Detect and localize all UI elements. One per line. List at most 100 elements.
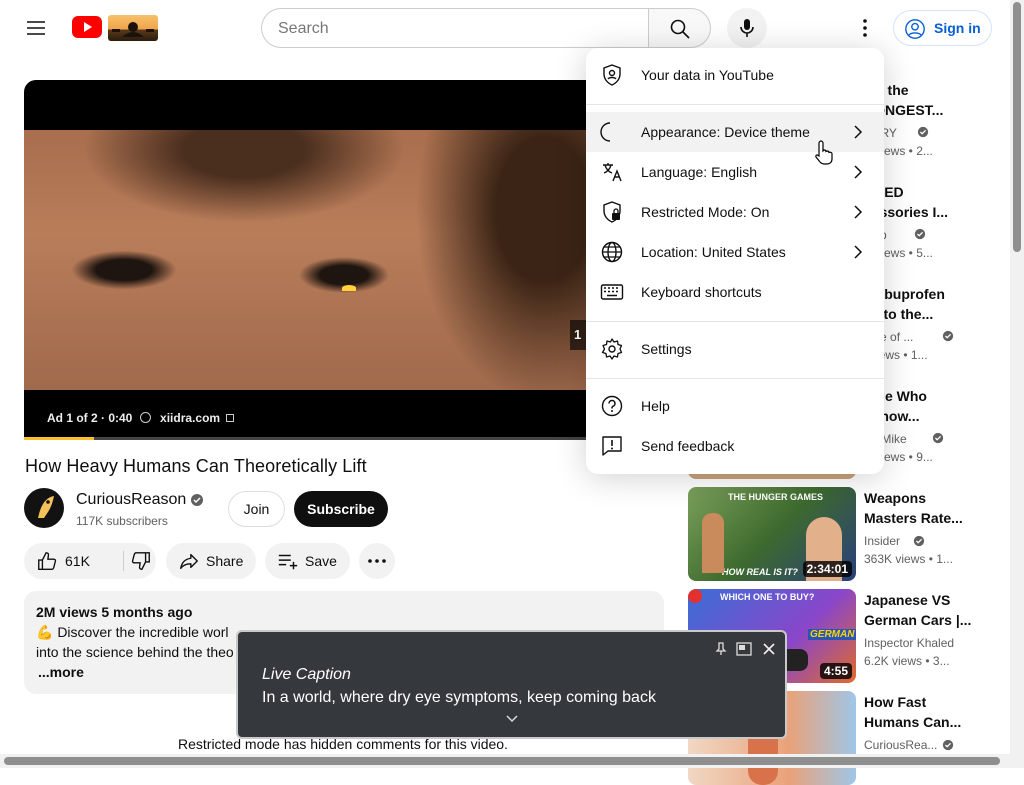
thumb-text-2: GERMAN: [808, 629, 856, 640]
menu-item-your-data[interactable]: Your data in YouTube: [586, 55, 884, 95]
like-count[interactable]: 61K: [65, 553, 90, 569]
subscriber-count: 117K subscribers: [76, 514, 168, 528]
rec-title-line2[interactable]: German Cars |...: [864, 610, 971, 630]
scrollbar-thumb[interactable]: [1013, 2, 1021, 252]
video-title: How Heavy Humans Can Theoretically Lift: [25, 456, 367, 476]
menu-item-language[interactable]: Language: English: [586, 152, 884, 192]
youtube-logo-icon[interactable]: [72, 16, 102, 38]
sign-in-button[interactable]: Sign in: [893, 10, 992, 46]
like-dislike-group: 61K: [24, 543, 156, 579]
search-box: [261, 8, 649, 48]
ad-progress-fill: [24, 437, 95, 440]
menu-item-label: Language: English: [641, 164, 757, 180]
keyboard-icon: [600, 284, 624, 300]
ad-domain-link[interactable]: xiidra.com: [160, 411, 220, 425]
menu-item-label: Settings: [641, 341, 692, 357]
like-icon[interactable]: [36, 550, 58, 572]
flag-japan-icon: [688, 589, 702, 603]
video-frame: [24, 130, 664, 390]
rec-channel[interactable]: Insider: [864, 534, 900, 548]
show-more-link[interactable]: ...more: [38, 664, 84, 680]
rec-views: 6.2K views • 3...: [864, 654, 950, 668]
eye-highlight: [342, 285, 356, 291]
close-icon[interactable]: [762, 642, 776, 656]
menu-item-keyboard-shortcuts[interactable]: Keyboard shortcuts: [586, 272, 884, 312]
rec-views: 363K views • 1...: [864, 552, 953, 566]
sign-in-label: Sign in: [934, 20, 981, 36]
chevron-right-icon: [854, 165, 863, 179]
menu-item-appearance[interactable]: Appearance: Device theme: [586, 112, 884, 152]
pin-icon[interactable]: [714, 642, 728, 656]
verified-icon: [913, 535, 925, 547]
verified-icon: [942, 739, 954, 751]
rec-channel[interactable]: Inspector Khaled: [864, 636, 954, 650]
save-label: Save: [305, 553, 337, 569]
description-line-1: 💪 Discover the incredible worl: [36, 624, 229, 640]
thumbnail[interactable]: THE HUNGER GAMES HOW REAL IS IT? 2:34:01: [688, 487, 856, 581]
search-input[interactable]: [278, 18, 638, 40]
view-date-meta: 2M views 5 months ago: [36, 604, 193, 620]
rec-title-line1[interactable]: Weapons: [864, 488, 926, 508]
menu-item-label: Appearance: Device theme: [641, 124, 810, 140]
menu-icon[interactable]: [24, 16, 48, 40]
thumb-text: THE HUNGER GAMES: [728, 492, 824, 502]
microphone-icon: [740, 19, 754, 37]
voice-search-button[interactable]: [727, 8, 767, 48]
ad-info: Ad 1 of 2 · 0:40 xiidra.com: [47, 411, 235, 425]
save-button[interactable]: Save: [265, 543, 350, 579]
help-icon: [601, 395, 623, 417]
rec-title-line2[interactable]: Masters Rate...: [864, 508, 963, 528]
chevron-down-icon[interactable]: [505, 714, 519, 724]
menu-item-location[interactable]: Location: United States: [586, 232, 884, 272]
join-button[interactable]: Join: [228, 491, 285, 527]
verified-icon: [932, 432, 944, 444]
shield-person-icon: [603, 64, 621, 86]
search-button[interactable]: [648, 8, 711, 48]
settings-menu: Your data in YouTube Appearance: Device …: [586, 48, 884, 474]
restricted-mode-icon: [603, 201, 621, 223]
doodle-image[interactable]: [108, 15, 158, 41]
account-icon: [905, 19, 925, 39]
verified-icon: [191, 494, 203, 506]
scrollbar-thumb[interactable]: [4, 757, 1000, 765]
menu-item-settings[interactable]: Settings: [586, 329, 884, 369]
share-button[interactable]: Share: [166, 543, 256, 579]
menu-item-label: Send feedback: [641, 438, 735, 454]
expand-window-icon[interactable]: [736, 642, 752, 656]
info-icon[interactable]: [139, 412, 151, 423]
more-horiz-icon: [368, 559, 386, 563]
more-actions-button[interactable]: [359, 543, 395, 579]
thumb-text: WHICH ONE TO BUY?: [720, 592, 815, 602]
rec-title-line2[interactable]: Humans Can...: [864, 712, 961, 732]
rec-title-line1[interactable]: How Fast: [864, 692, 926, 712]
vertical-scrollbar[interactable]: [1010, 0, 1024, 768]
hand-cursor-icon: [815, 140, 833, 165]
channel-name[interactable]: CuriousReason: [76, 491, 186, 509]
menu-divider: [586, 378, 884, 379]
recommendation-item[interactable]: THE HUNGER GAMES HOW REAL IS IT? 2:34:01…: [688, 487, 988, 581]
dislike-icon[interactable]: [130, 550, 152, 572]
thumb-text-2: HOW REAL IS IT?: [722, 567, 798, 577]
video-player[interactable]: 1 Ad 1 of 2 · 0:40 xiidra.com: [24, 80, 664, 440]
chevron-right-icon: [854, 205, 863, 219]
subscribe-button[interactable]: Subscribe: [294, 491, 388, 527]
rec-channel[interactable]: CuriousRea...: [864, 738, 937, 752]
moon-icon: [600, 122, 611, 142]
menu-item-label: Restricted Mode: On: [641, 204, 770, 220]
ad-progress-bar[interactable]: [24, 437, 664, 440]
horizontal-scrollbar[interactable]: [0, 754, 1010, 768]
chevron-right-icon: [854, 245, 863, 259]
menu-item-send-feedback[interactable]: Send feedback: [586, 426, 884, 466]
rec-title-line1[interactable]: Japanese VS: [864, 590, 950, 610]
menu-item-label: Help: [641, 398, 670, 414]
chevron-right-icon: [854, 125, 863, 139]
verified-icon: [914, 228, 926, 240]
menu-item-restricted-mode[interactable]: Restricted Mode: On: [586, 192, 884, 232]
description-line-2: into the science behind the theo: [36, 644, 234, 660]
verified-icon: [917, 126, 929, 138]
feedback-icon: [602, 436, 622, 456]
settings-more-button[interactable]: [853, 16, 877, 40]
channel-avatar[interactable]: [24, 488, 64, 528]
menu-item-help[interactable]: Help: [586, 386, 884, 426]
thumb-person: [702, 513, 724, 573]
